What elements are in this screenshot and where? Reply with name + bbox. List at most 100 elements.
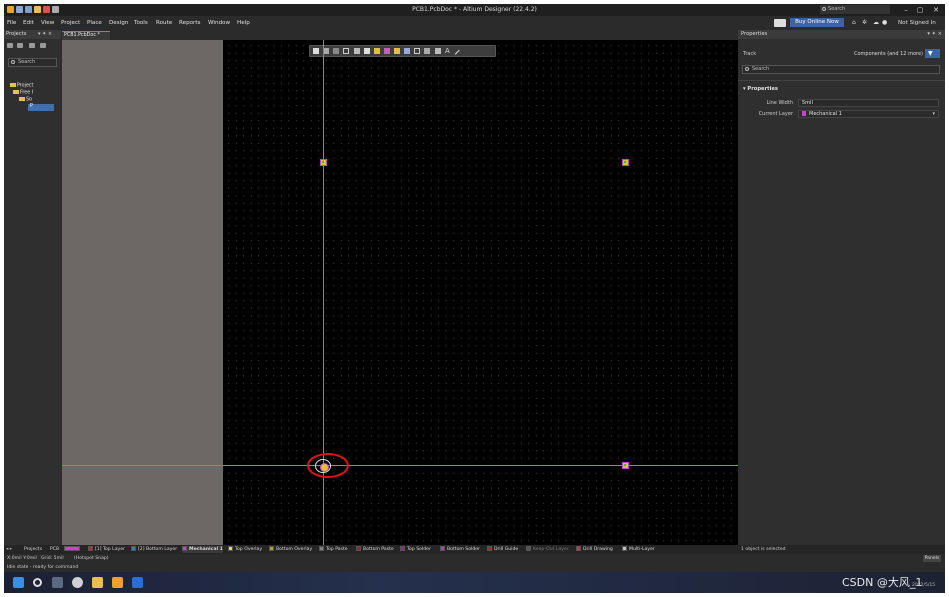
diff-pair-icon[interactable] — [374, 48, 380, 54]
move-icon[interactable] — [333, 48, 339, 54]
filter-icon: ▼ — [928, 50, 933, 57]
text-icon[interactable]: A — [445, 48, 451, 55]
menu-view[interactable]: View — [41, 19, 54, 27]
menu-file[interactable]: File — [7, 19, 16, 27]
menu-window[interactable]: Window — [208, 19, 230, 27]
current-layer-value: Mechanical 1 — [809, 111, 842, 117]
menu-design[interactable]: Design — [109, 19, 128, 27]
layer-tab-top-solder[interactable]: Top Solder — [400, 546, 431, 553]
line-width-label: Line Width — [766, 100, 793, 106]
layer-label: Top Overlay — [235, 547, 263, 552]
layer-set-ls[interactable] — [64, 546, 82, 553]
current-layer-label: Current Layer — [758, 111, 793, 117]
tree-project[interactable]: Project — [10, 83, 33, 90]
layer-tab-keep-out[interactable]: Keep-Out Layer — [526, 546, 569, 553]
panel-controls-icon[interactable]: ▾ ✦ × — [38, 31, 52, 37]
net-icon[interactable] — [384, 48, 390, 54]
properties-section-header[interactable]: ▾ Properties — [743, 86, 778, 92]
user-icon[interactable]: ● — [882, 19, 887, 27]
grid-readout: Grid: 5mil — [41, 556, 64, 561]
properties-search-input[interactable]: Search — [742, 65, 940, 74]
layer-swatch — [182, 546, 187, 551]
menu-route[interactable]: Route — [156, 19, 172, 27]
board-outside-area[interactable] — [62, 40, 223, 545]
sign-in-status[interactable]: Not Signed In — [898, 19, 936, 27]
layer-tab-top-layer[interactable]: [1] Top Layer — [88, 546, 125, 553]
panels-button[interactable]: Panels — [923, 555, 941, 562]
layer-swatch — [228, 546, 233, 551]
layer-tab-bottom-solder[interactable]: Bottom Solder — [440, 546, 480, 553]
menu-project[interactable]: Project — [61, 19, 80, 27]
tab-pcb1-pcbdoc[interactable]: PCB1.PcbDoc * — [62, 31, 110, 40]
minimize-button[interactable]: – — [899, 4, 913, 16]
properties-panel: Properties ▾ ✦ × Track Components (and 1… — [738, 30, 945, 545]
route-icon[interactable] — [364, 48, 370, 54]
corner-marker-top-left[interactable] — [320, 159, 327, 166]
layer-tab-top-overlay[interactable]: Top Overlay — [228, 546, 262, 553]
messages-icon[interactable] — [774, 19, 786, 27]
project-options-icon[interactable] — [7, 43, 13, 48]
projects-panel-title: Projects — [4, 30, 61, 39]
tree-source[interactable]: So — [19, 97, 32, 104]
layer-tab-top-paste[interactable]: Top Paste — [319, 546, 348, 553]
search-icon — [745, 67, 749, 71]
layer-tab-mechanical-1[interactable]: Mechanical 1 — [182, 546, 223, 553]
altium-window: PCB1.PcbDoc * - Altium Designer (22.4.2)… — [4, 4, 945, 593]
pad-icon[interactable] — [404, 48, 410, 54]
task-view-icon[interactable] — [52, 577, 63, 588]
global-search-input[interactable]: Search — [820, 5, 890, 14]
altium-icon[interactable] — [112, 577, 123, 588]
rect-select-icon[interactable] — [343, 48, 349, 54]
tree-free[interactable]: Free I — [13, 90, 33, 97]
corner-marker-bottom-right[interactable] — [622, 462, 629, 469]
via-icon[interactable] — [394, 48, 400, 54]
project-save-icon[interactable] — [17, 43, 23, 48]
layer-tab-drill-drawing[interactable]: Drill Drawing — [576, 546, 613, 553]
cloud-icon[interactable]: ☁ — [873, 19, 879, 27]
gear-icon[interactable]: ✲ — [862, 19, 867, 27]
snap-readout: (Hotspot Snap) — [74, 556, 109, 561]
pcb-canvas[interactable] — [223, 40, 738, 545]
corner-marker-top-right[interactable] — [622, 159, 629, 166]
maximize-button[interactable]: ▢ — [913, 4, 927, 16]
buy-online-button[interactable]: Buy Online Now — [790, 18, 844, 27]
word-icon[interactable] — [132, 577, 143, 588]
filter-icon[interactable] — [313, 48, 319, 54]
layer-nav-arrows-icon[interactable]: ◂ ▸ — [6, 546, 12, 553]
tab-projects[interactable]: Projects — [24, 546, 42, 553]
search-icon[interactable] — [33, 578, 42, 587]
object-type: Track — [743, 51, 757, 57]
home-icon[interactable]: ⌂ — [852, 19, 856, 27]
polygon-icon[interactable] — [424, 48, 430, 54]
projects-search-input[interactable]: Search — [8, 58, 57, 67]
line-width-field[interactable]: 5mil — [798, 99, 939, 107]
menu-tools[interactable]: Tools — [134, 19, 148, 27]
layer-tab-drill-guide[interactable]: Drill Guide — [487, 546, 518, 553]
project-folder-icon[interactable] — [40, 43, 46, 48]
menu-help[interactable]: Help — [237, 19, 250, 27]
tab-pcb[interactable]: PCB — [50, 546, 59, 553]
menu-reports[interactable]: Reports — [179, 19, 200, 27]
current-layer-select[interactable]: Mechanical 1 ▾ — [798, 110, 939, 118]
panel-controls-icon[interactable]: ▾ ✦ × — [927, 30, 942, 39]
region-icon[interactable] — [414, 48, 420, 54]
menu-place[interactable]: Place — [87, 19, 102, 27]
chrome-icon[interactable] — [72, 577, 83, 588]
close-button[interactable]: ✕ — [929, 4, 943, 16]
layer-tab-bottom-paste[interactable]: Bottom Paste — [356, 546, 394, 553]
origin-horizontal-line — [62, 465, 738, 466]
layer-tab-bottom-overlay[interactable]: Bottom Overlay — [269, 546, 312, 553]
layer-tab-multi-layer[interactable]: Multi-Layer — [622, 546, 655, 553]
search-icon — [11, 60, 15, 64]
menu-edit[interactable]: Edit — [23, 19, 34, 27]
folder-icon[interactable] — [92, 577, 103, 588]
component-icon[interactable] — [354, 48, 360, 54]
fill-icon[interactable] — [435, 48, 441, 54]
windows-start-icon[interactable] — [13, 577, 24, 588]
csdn-watermark: CSDN @大风_1 — [842, 576, 923, 589]
filter-button[interactable]: ▼ — [925, 49, 940, 58]
layer-tab-bottom-layer[interactable]: [2] Bottom Layer — [131, 546, 177, 553]
tree-selected-file[interactable]: P — [28, 104, 54, 111]
project-open-icon[interactable] — [29, 43, 35, 48]
line-icon[interactable] — [454, 49, 464, 59]
